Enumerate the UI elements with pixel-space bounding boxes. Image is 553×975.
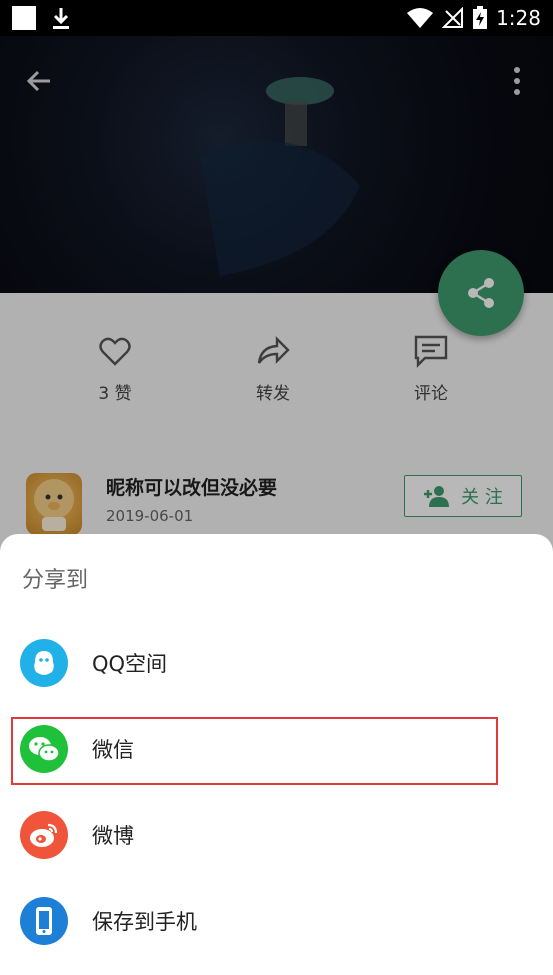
download-icon <box>53 8 69 29</box>
no-signal-icon <box>442 7 464 28</box>
share-option-label: 保存到手机 <box>92 910 197 934</box>
wifi-icon <box>407 8 434 28</box>
notification-icon <box>12 6 36 30</box>
phone-icon <box>20 897 68 945</box>
battery-charging-icon <box>473 6 488 29</box>
status-bar: 1:28 <box>0 0 553 36</box>
status-time: 1:28 <box>496 6 541 30</box>
share-option-label: QQ空间 <box>92 652 168 676</box>
share-option-weibo[interactable]: 微博 <box>0 792 553 878</box>
qq-icon <box>20 639 68 687</box>
share-sheet-title: 分享到 <box>22 568 89 593</box>
weibo-icon <box>20 811 68 859</box>
share-option-label: 微信 <box>92 738 134 762</box>
share-option-label: 微博 <box>92 824 134 848</box>
share-option-save[interactable]: 保存到手机 <box>0 878 553 964</box>
share-option-qzone[interactable]: QQ空间 <box>0 620 553 706</box>
share-option-wechat[interactable]: 微信 <box>0 706 553 792</box>
wechat-icon <box>20 725 68 773</box>
share-sheet: 分享到 QQ空间 微信 微博 保存到手机 <box>0 534 553 975</box>
